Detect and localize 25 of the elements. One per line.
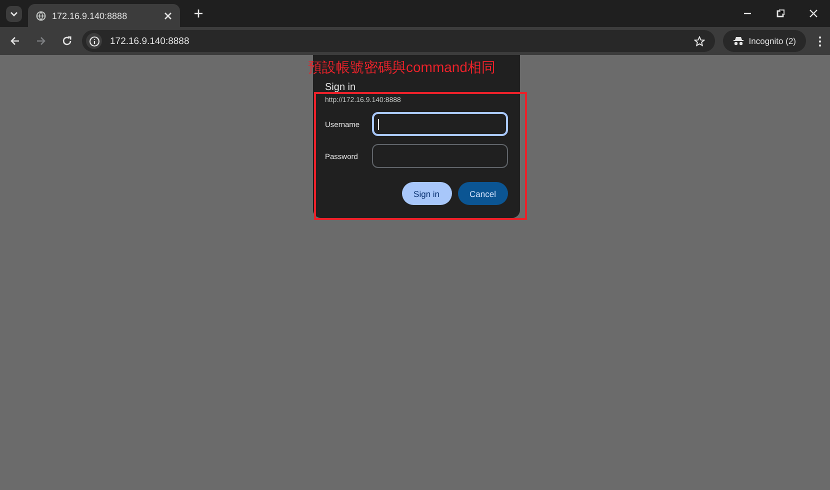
password-field[interactable]	[372, 144, 508, 168]
url-text: 172.16.9.140:8888	[110, 36, 190, 46]
forward-arrow-icon[interactable]	[36, 36, 46, 46]
tab-search-button[interactable]	[6, 6, 22, 22]
address-bar[interactable]: 172.16.9.140:8888	[82, 30, 715, 52]
browser-tab[interactable]: 172.16.9.140:8888	[28, 4, 180, 27]
username-field[interactable]	[372, 112, 508, 136]
incognito-icon	[732, 36, 744, 46]
dialog-title: Sign in	[325, 82, 357, 93]
sign-in-button[interactable]: Sign in	[402, 182, 452, 205]
restore-icon[interactable]	[776, 9, 785, 18]
cancel-button[interactable]: Cancel	[458, 182, 508, 205]
tab-title: 172.16.9.140:8888	[52, 10, 128, 20]
annotation-text: 預設帳號密碼與command相同	[308, 59, 496, 75]
info-icon[interactable]	[88, 36, 100, 46]
close-icon[interactable]	[809, 9, 818, 18]
close-icon[interactable]	[164, 12, 172, 20]
new-tab-icon[interactable]	[194, 9, 203, 18]
star-icon[interactable]	[694, 36, 705, 46]
reload-icon[interactable]	[62, 36, 72, 46]
back-arrow-icon[interactable]	[10, 36, 20, 46]
more-options-icon[interactable]	[818, 36, 822, 46]
chevron-down-icon	[10, 10, 18, 16]
incognito-button[interactable]: Incognito (2)	[722, 30, 806, 52]
globe-icon	[36, 10, 46, 20]
